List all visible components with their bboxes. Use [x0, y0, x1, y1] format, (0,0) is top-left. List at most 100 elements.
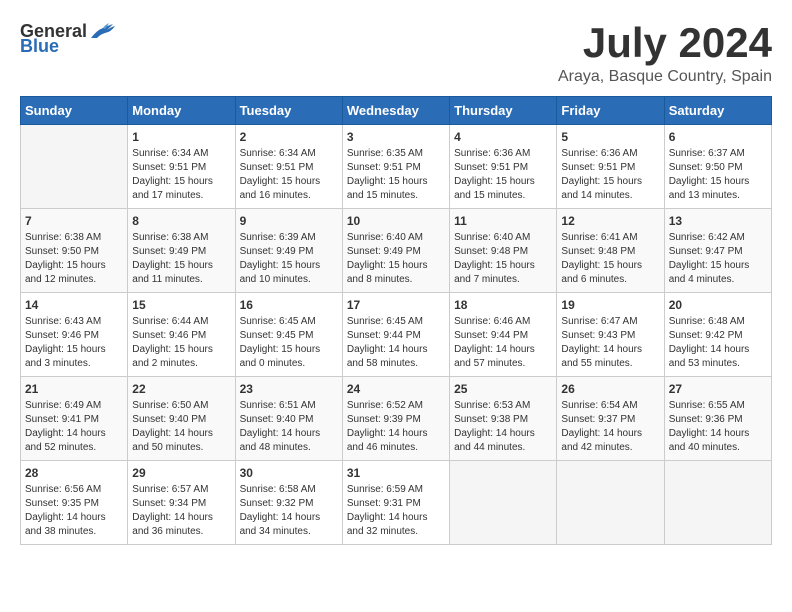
weekday-header-monday: Monday: [128, 97, 235, 125]
day-number: 7: [25, 214, 123, 228]
weekday-header-row: SundayMondayTuesdayWednesdayThursdayFrid…: [21, 97, 772, 125]
calendar-cell: 3 Sunrise: 6:35 AM Sunset: 9:51 PM Dayli…: [342, 125, 449, 209]
day-number: 28: [25, 466, 123, 480]
day-info: Sunrise: 6:47 AM Sunset: 9:43 PM Dayligh…: [561, 315, 659, 371]
calendar-cell: 18 Sunrise: 6:46 AM Sunset: 9:44 PM Dayl…: [450, 293, 557, 377]
day-info: Sunrise: 6:44 AM Sunset: 9:46 PM Dayligh…: [132, 315, 230, 371]
day-number: 30: [240, 466, 338, 480]
day-info: Sunrise: 6:54 AM Sunset: 9:37 PM Dayligh…: [561, 399, 659, 455]
calendar-cell: [664, 461, 771, 545]
day-info: Sunrise: 6:41 AM Sunset: 9:48 PM Dayligh…: [561, 231, 659, 287]
calendar-cell: 25 Sunrise: 6:53 AM Sunset: 9:38 PM Dayl…: [450, 377, 557, 461]
calendar-week-row: 14 Sunrise: 6:43 AM Sunset: 9:46 PM Dayl…: [21, 293, 772, 377]
calendar-cell: 10 Sunrise: 6:40 AM Sunset: 9:49 PM Dayl…: [342, 209, 449, 293]
month-title: July 2024: [558, 20, 772, 66]
day-info: Sunrise: 6:45 AM Sunset: 9:44 PM Dayligh…: [347, 315, 445, 371]
weekday-header-friday: Friday: [557, 97, 664, 125]
day-info: Sunrise: 6:43 AM Sunset: 9:46 PM Dayligh…: [25, 315, 123, 371]
day-info: Sunrise: 6:38 AM Sunset: 9:49 PM Dayligh…: [132, 231, 230, 287]
day-info: Sunrise: 6:55 AM Sunset: 9:36 PM Dayligh…: [669, 399, 767, 455]
day-number: 22: [132, 382, 230, 396]
day-number: 27: [669, 382, 767, 396]
calendar-cell: [21, 125, 128, 209]
day-number: 8: [132, 214, 230, 228]
calendar-cell: 14 Sunrise: 6:43 AM Sunset: 9:46 PM Dayl…: [21, 293, 128, 377]
weekday-header-thursday: Thursday: [450, 97, 557, 125]
day-number: 21: [25, 382, 123, 396]
calendar-cell: 12 Sunrise: 6:41 AM Sunset: 9:48 PM Dayl…: [557, 209, 664, 293]
day-number: 10: [347, 214, 445, 228]
weekday-header-saturday: Saturday: [664, 97, 771, 125]
calendar-week-row: 28 Sunrise: 6:56 AM Sunset: 9:35 PM Dayl…: [21, 461, 772, 545]
page-header: General Blue July 2024 Araya, Basque Cou…: [20, 20, 772, 86]
calendar-cell: 6 Sunrise: 6:37 AM Sunset: 9:50 PM Dayli…: [664, 125, 771, 209]
day-info: Sunrise: 6:56 AM Sunset: 9:35 PM Dayligh…: [25, 483, 123, 539]
day-number: 20: [669, 298, 767, 312]
day-info: Sunrise: 6:57 AM Sunset: 9:34 PM Dayligh…: [132, 483, 230, 539]
day-number: 4: [454, 130, 552, 144]
day-number: 17: [347, 298, 445, 312]
day-number: 29: [132, 466, 230, 480]
day-info: Sunrise: 6:40 AM Sunset: 9:48 PM Dayligh…: [454, 231, 552, 287]
day-info: Sunrise: 6:35 AM Sunset: 9:51 PM Dayligh…: [347, 147, 445, 203]
calendar-cell: 17 Sunrise: 6:45 AM Sunset: 9:44 PM Dayl…: [342, 293, 449, 377]
calendar-table: SundayMondayTuesdayWednesdayThursdayFrid…: [20, 96, 772, 545]
day-number: 12: [561, 214, 659, 228]
calendar-cell: 27 Sunrise: 6:55 AM Sunset: 9:36 PM Dayl…: [664, 377, 771, 461]
day-info: Sunrise: 6:34 AM Sunset: 9:51 PM Dayligh…: [240, 147, 338, 203]
calendar-cell: [557, 461, 664, 545]
day-number: 9: [240, 214, 338, 228]
day-number: 14: [25, 298, 123, 312]
day-info: Sunrise: 6:45 AM Sunset: 9:45 PM Dayligh…: [240, 315, 338, 371]
title-area: July 2024 Araya, Basque Country, Spain: [558, 20, 772, 86]
calendar-cell: 2 Sunrise: 6:34 AM Sunset: 9:51 PM Dayli…: [235, 125, 342, 209]
calendar-cell: 8 Sunrise: 6:38 AM Sunset: 9:49 PM Dayli…: [128, 209, 235, 293]
calendar-cell: 7 Sunrise: 6:38 AM Sunset: 9:50 PM Dayli…: [21, 209, 128, 293]
calendar-cell: 20 Sunrise: 6:48 AM Sunset: 9:42 PM Dayl…: [664, 293, 771, 377]
day-info: Sunrise: 6:51 AM Sunset: 9:40 PM Dayligh…: [240, 399, 338, 455]
calendar-week-row: 21 Sunrise: 6:49 AM Sunset: 9:41 PM Dayl…: [21, 377, 772, 461]
calendar-cell: 29 Sunrise: 6:57 AM Sunset: 9:34 PM Dayl…: [128, 461, 235, 545]
day-info: Sunrise: 6:46 AM Sunset: 9:44 PM Dayligh…: [454, 315, 552, 371]
calendar-cell: 11 Sunrise: 6:40 AM Sunset: 9:48 PM Dayl…: [450, 209, 557, 293]
weekday-header-sunday: Sunday: [21, 97, 128, 125]
calendar-cell: 5 Sunrise: 6:36 AM Sunset: 9:51 PM Dayli…: [557, 125, 664, 209]
calendar-cell: 22 Sunrise: 6:50 AM Sunset: 9:40 PM Dayl…: [128, 377, 235, 461]
day-number: 13: [669, 214, 767, 228]
day-number: 6: [669, 130, 767, 144]
day-number: 24: [347, 382, 445, 396]
day-info: Sunrise: 6:34 AM Sunset: 9:51 PM Dayligh…: [132, 147, 230, 203]
day-info: Sunrise: 6:53 AM Sunset: 9:38 PM Dayligh…: [454, 399, 552, 455]
day-info: Sunrise: 6:39 AM Sunset: 9:49 PM Dayligh…: [240, 231, 338, 287]
day-number: 25: [454, 382, 552, 396]
day-info: Sunrise: 6:37 AM Sunset: 9:50 PM Dayligh…: [669, 147, 767, 203]
day-info: Sunrise: 6:40 AM Sunset: 9:49 PM Dayligh…: [347, 231, 445, 287]
calendar-week-row: 7 Sunrise: 6:38 AM Sunset: 9:50 PM Dayli…: [21, 209, 772, 293]
day-number: 23: [240, 382, 338, 396]
logo-blue: Blue: [20, 36, 59, 57]
weekday-header-wednesday: Wednesday: [342, 97, 449, 125]
day-number: 11: [454, 214, 552, 228]
calendar-cell: 4 Sunrise: 6:36 AM Sunset: 9:51 PM Dayli…: [450, 125, 557, 209]
day-number: 3: [347, 130, 445, 144]
day-info: Sunrise: 6:38 AM Sunset: 9:50 PM Dayligh…: [25, 231, 123, 287]
calendar-cell: 23 Sunrise: 6:51 AM Sunset: 9:40 PM Dayl…: [235, 377, 342, 461]
calendar-cell: [450, 461, 557, 545]
calendar-cell: 16 Sunrise: 6:45 AM Sunset: 9:45 PM Dayl…: [235, 293, 342, 377]
calendar-cell: 1 Sunrise: 6:34 AM Sunset: 9:51 PM Dayli…: [128, 125, 235, 209]
day-number: 18: [454, 298, 552, 312]
calendar-cell: 26 Sunrise: 6:54 AM Sunset: 9:37 PM Dayl…: [557, 377, 664, 461]
calendar-cell: 30 Sunrise: 6:58 AM Sunset: 9:32 PM Dayl…: [235, 461, 342, 545]
weekday-header-tuesday: Tuesday: [235, 97, 342, 125]
day-info: Sunrise: 6:59 AM Sunset: 9:31 PM Dayligh…: [347, 483, 445, 539]
calendar-cell: 21 Sunrise: 6:49 AM Sunset: 9:41 PM Dayl…: [21, 377, 128, 461]
day-info: Sunrise: 6:48 AM Sunset: 9:42 PM Dayligh…: [669, 315, 767, 371]
calendar-cell: 13 Sunrise: 6:42 AM Sunset: 9:47 PM Dayl…: [664, 209, 771, 293]
day-number: 1: [132, 130, 230, 144]
logo: General Blue: [20, 20, 117, 57]
calendar-cell: 28 Sunrise: 6:56 AM Sunset: 9:35 PM Dayl…: [21, 461, 128, 545]
location-title: Araya, Basque Country, Spain: [558, 68, 772, 86]
calendar-cell: 24 Sunrise: 6:52 AM Sunset: 9:39 PM Dayl…: [342, 377, 449, 461]
day-number: 31: [347, 466, 445, 480]
day-info: Sunrise: 6:52 AM Sunset: 9:39 PM Dayligh…: [347, 399, 445, 455]
